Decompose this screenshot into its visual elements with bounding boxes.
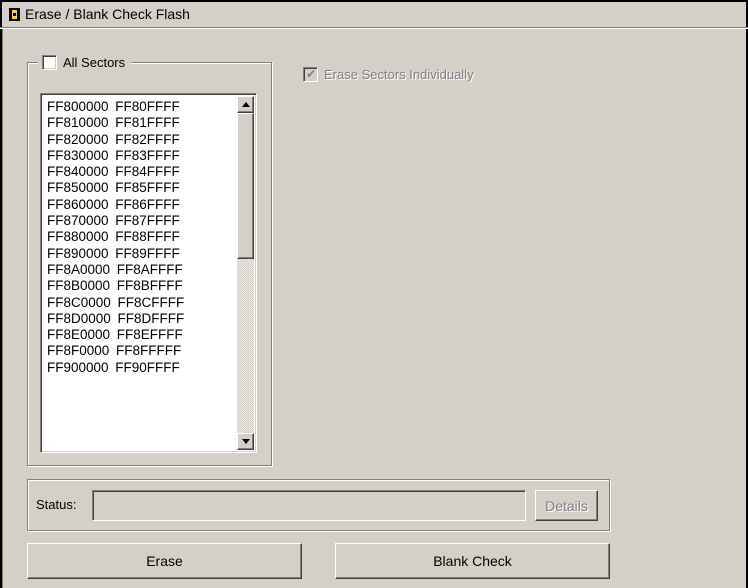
sector-list-item[interactable]: FF8F0000 FF8FFFFF bbox=[47, 343, 184, 359]
sector-list-item[interactable]: FF8A0000 FF8AFFFF bbox=[47, 262, 184, 278]
checkmark-icon: ✔ bbox=[306, 67, 317, 81]
sector-list-item[interactable]: FF8E0000 FF8EFFFF bbox=[47, 327, 184, 343]
sector-list-item[interactable]: FF850000 FF85FFFF bbox=[47, 180, 184, 196]
erase-individually-checkbox[interactable]: ✔ bbox=[303, 67, 318, 82]
sectors-scrollbar[interactable] bbox=[237, 96, 254, 450]
scroll-down-button[interactable] bbox=[237, 433, 254, 450]
sector-list-item[interactable]: FF800000 FF80FFFF bbox=[47, 99, 184, 115]
sector-list-item[interactable]: FF8D0000 FF8DFFFF bbox=[47, 311, 184, 327]
sector-list-item[interactable]: FF820000 FF82FFFF bbox=[47, 132, 184, 148]
arrow-down-icon bbox=[242, 439, 250, 444]
sector-list-item[interactable]: FF900000 FF90FFFF bbox=[47, 360, 184, 376]
window-title: Erase / Blank Check Flash bbox=[25, 6, 190, 22]
sectors-list: FF800000 FF80FFFF FF810000 FF81FFFF FF8200… bbox=[47, 99, 184, 376]
erase-individually-label: Erase Sectors Individually bbox=[324, 67, 474, 82]
erase-button[interactable]: Erase bbox=[27, 543, 302, 579]
erase-button-label: Erase bbox=[146, 553, 183, 569]
blank-check-button-label: Blank Check bbox=[433, 553, 512, 569]
all-sectors-checkbox[interactable] bbox=[42, 54, 57, 70]
sector-list-item[interactable]: FF870000 FF87FFFF bbox=[47, 213, 184, 229]
scroll-up-button[interactable] bbox=[237, 96, 254, 113]
sector-list-item[interactable]: FF810000 FF81FFFF bbox=[47, 115, 184, 131]
all-sectors-checkbox-container[interactable]: All Sectors bbox=[38, 52, 132, 72]
details-button[interactable]: Details bbox=[535, 490, 598, 521]
window-inner-edge bbox=[2, 29, 3, 588]
sector-list-item[interactable]: FF830000 FF83FFFF bbox=[47, 148, 184, 164]
app-icon bbox=[9, 8, 20, 21]
status-field bbox=[92, 490, 526, 521]
status-label: Status: bbox=[36, 497, 77, 512]
sector-list-item[interactable]: FF860000 FF86FFFF bbox=[47, 197, 184, 213]
sector-list-item[interactable]: FF8C0000 FF8CFFFF bbox=[47, 295, 184, 311]
sector-list-item[interactable]: FF880000 FF88FFFF bbox=[47, 229, 184, 245]
sector-list-item[interactable]: FF840000 FF84FFFF bbox=[47, 164, 184, 180]
erase-individually-checkbox-container[interactable]: ✔ Erase Sectors Individually bbox=[303, 67, 474, 82]
arrow-up-icon bbox=[242, 102, 250, 107]
sector-list-item[interactable]: FF890000 FF89FFFF bbox=[47, 246, 184, 262]
sectors-listbox[interactable]: FF800000 FF80FFFF FF810000 FF81FFFF FF8200… bbox=[40, 93, 257, 453]
scroll-thumb[interactable] bbox=[237, 113, 254, 259]
all-sectors-label: All Sectors bbox=[63, 54, 126, 70]
sector-list-item[interactable]: FF8B0000 FF8BFFFF bbox=[47, 278, 184, 294]
title-bar: Erase / Blank Check Flash bbox=[0, 0, 748, 27]
details-button-label: Details bbox=[545, 497, 588, 514]
title-separator bbox=[0, 27, 748, 29]
blank-check-button[interactable]: Blank Check bbox=[335, 543, 610, 579]
